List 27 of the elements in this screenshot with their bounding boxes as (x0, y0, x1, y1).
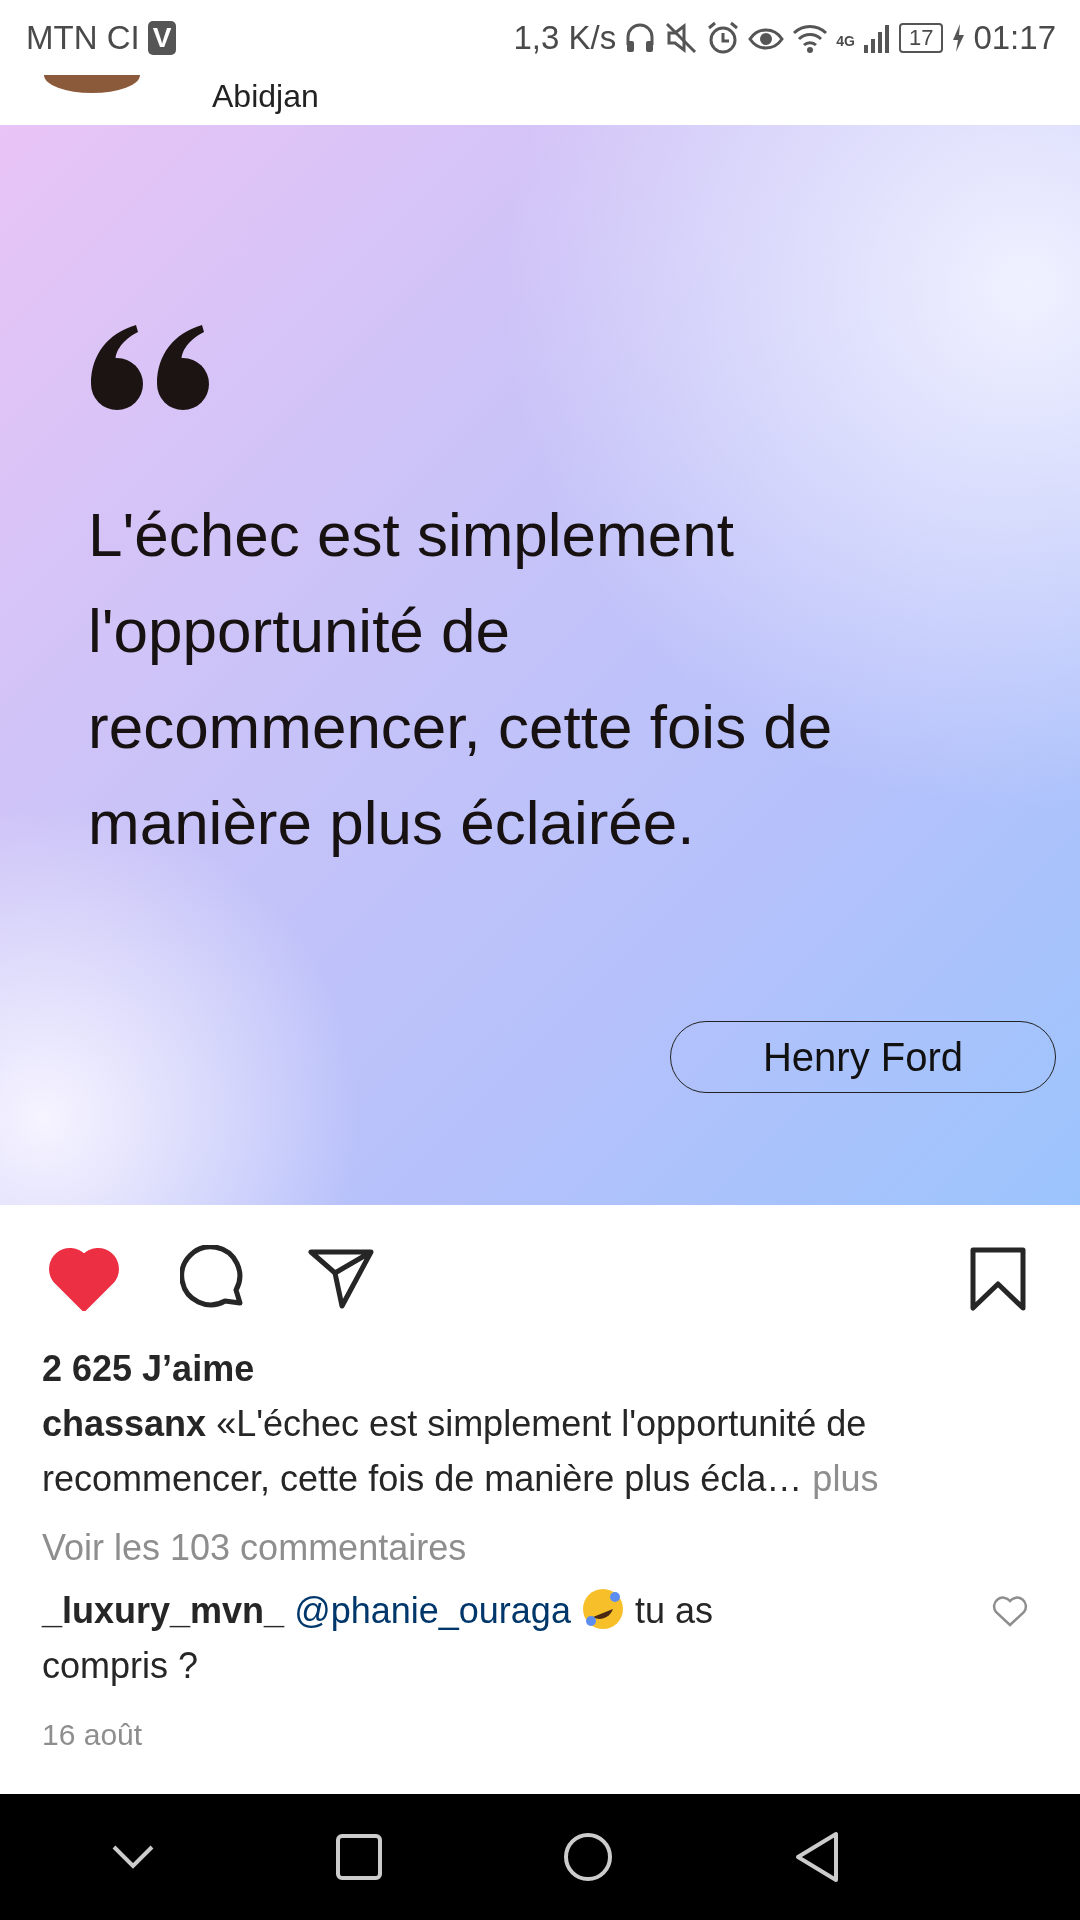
comment-text: _luxury_mvn_ @phanie_ouraga tu as compris ? (42, 1583, 992, 1693)
network-type: 4G (836, 32, 855, 49)
post-date: 16 août (41, 1717, 144, 1753)
quote-text: L'échec est simplement l'opportunité de recommencer, cette fois de manière plus éclairée. (88, 499, 834, 859)
signal-icon (862, 22, 891, 53)
heart-icon[interactable] (992, 1595, 1028, 1627)
network-speed: 1,3 K/s (513, 18, 617, 57)
back-icon[interactable] (793, 1831, 840, 1883)
likes-count[interactable]: 2 625 J’aime (0, 1318, 1080, 1390)
heart-icon[interactable] (48, 1247, 120, 1311)
collapse-icon[interactable] (110, 1844, 155, 1870)
muted-speaker-icon (664, 20, 699, 55)
battery-level: 17 (898, 22, 944, 53)
send-icon[interactable] (308, 1249, 374, 1309)
recents-icon[interactable] (335, 1834, 382, 1880)
post-location[interactable]: Abidjan (212, 77, 319, 115)
charging-icon (951, 22, 966, 53)
app-badge: V (147, 20, 177, 55)
home-icon[interactable] (562, 1832, 613, 1882)
clock-time: 01:17 (973, 18, 1056, 57)
bookmark-icon[interactable] (970, 1247, 1026, 1311)
alarm-icon (706, 20, 741, 55)
post-caption: chassanx «L'échec est simplement l'opportunité de recommencer, cette fois de manière plus écla… plus (41, 1402, 880, 1501)
quote-mark-icon (88, 325, 212, 411)
wifi-icon (792, 22, 829, 53)
emoji-icon (580, 1587, 625, 1631)
carrier-name: MTN CI (26, 18, 140, 57)
